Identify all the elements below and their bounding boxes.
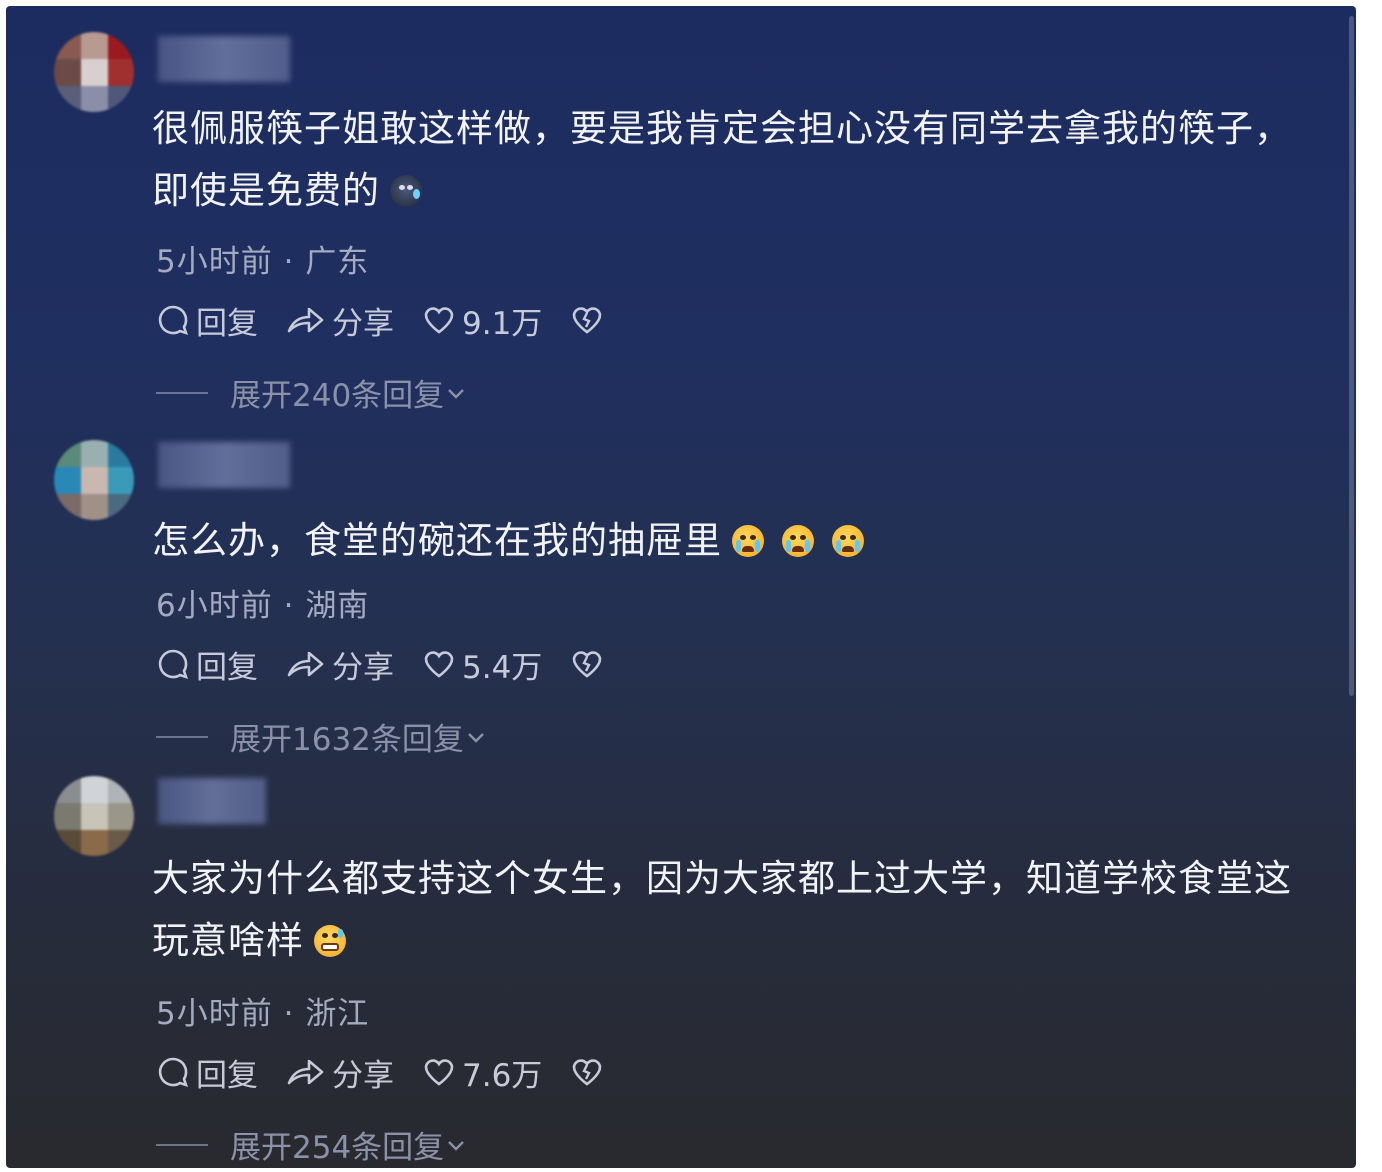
comment-meta: 5小时前 · 广东 — [156, 236, 369, 281]
comment-actions: 回复 分享 7.6万 — [156, 1050, 638, 1095]
crying-emoji-icon — [832, 525, 864, 557]
like-button[interactable]: 5.4万 — [422, 642, 542, 687]
comment-text: 怎么办，食堂的碗还在我的抽屉里 — [152, 510, 1322, 572]
chevron-down-icon — [468, 732, 484, 743]
comment-actions: 回复 分享 5.4万 — [156, 642, 638, 687]
avatar[interactable] — [54, 32, 134, 112]
comment-location: 浙江 — [305, 996, 370, 1032]
dislike-button[interactable] — [570, 647, 610, 681]
heart-icon — [424, 307, 454, 334]
broken-heart-icon — [573, 651, 602, 678]
meta-separator: · — [283, 244, 295, 280]
share-button[interactable]: 分享 — [286, 642, 394, 687]
like-button[interactable]: 7.6万 — [422, 1050, 542, 1095]
reply-bubble-icon — [158, 1057, 189, 1088]
comment-time: 5小时前 — [156, 244, 273, 280]
dislike-button[interactable] — [570, 303, 610, 337]
username-blurred[interactable] — [158, 778, 266, 824]
reply-button[interactable]: 回复 — [156, 642, 258, 687]
share-button[interactable]: 分享 — [286, 1050, 394, 1095]
divider — [156, 391, 208, 394]
username-blurred[interactable] — [158, 442, 290, 488]
divider — [156, 1143, 208, 1146]
reply-button[interactable]: 回复 — [156, 298, 258, 343]
crying-emoji-icon — [732, 525, 764, 557]
share-arrow-icon — [287, 1059, 324, 1085]
share-arrow-icon — [287, 307, 324, 333]
heart-icon — [424, 1059, 454, 1086]
expand-replies-button[interactable]: 展开254条回复 — [156, 1122, 468, 1167]
comment-actions: 回复 分享 9.1万 — [156, 298, 638, 343]
username-blurred[interactable] — [158, 36, 290, 82]
meta-separator: · — [283, 996, 295, 1032]
scrollbar[interactable] — [1349, 16, 1354, 696]
avatar[interactable] — [54, 440, 134, 520]
crying-emoji-icon — [782, 525, 814, 557]
comment-meta: 6小时前 · 湖南 — [156, 580, 369, 625]
expand-replies-button[interactable]: 展开1632条回复 — [156, 714, 488, 759]
share-button[interactable]: 分享 — [286, 298, 394, 343]
comment-text: 很佩服筷子姐敢这样做，要是我肯定会担心没有同学去拿我的筷子，即使是免费的 — [152, 107, 1292, 212]
divider — [156, 735, 208, 738]
avatar[interactable] — [54, 776, 134, 856]
reply-button[interactable]: 回复 — [156, 1050, 258, 1095]
like-button[interactable]: 9.1万 — [422, 298, 542, 343]
share-arrow-icon — [287, 651, 324, 677]
expand-replies-button[interactable]: 展开240条回复 — [156, 370, 468, 415]
comment-meta: 5小时前 · 浙江 — [156, 988, 369, 1033]
grin-sweat-emoji-icon — [314, 925, 346, 957]
comment-location: 湖南 — [305, 588, 370, 624]
dislike-button[interactable] — [570, 1055, 610, 1089]
reply-bubble-icon — [158, 649, 189, 680]
chevron-down-icon — [448, 388, 465, 399]
comment-panel: 很佩服筷子姐敢这样做，要是我肯定会担心没有同学去拿我的筷子，即使是免费的 5小时… — [6, 6, 1356, 1168]
comment-location: 广东 — [305, 244, 370, 280]
heart-icon — [424, 651, 454, 678]
comment-time: 6小时前 — [156, 588, 273, 624]
comment-time: 5小时前 — [156, 996, 273, 1032]
dark-sweat-emoji-icon — [390, 175, 422, 207]
comment-text: 大家为什么都支持这个女生，因为大家都上过大学，知道学校食堂这玩意啥样 — [152, 857, 1292, 962]
chevron-down-icon — [448, 1140, 465, 1151]
broken-heart-icon — [573, 307, 602, 334]
meta-separator: · — [283, 588, 295, 624]
broken-heart-icon — [573, 1059, 602, 1086]
reply-bubble-icon — [158, 305, 189, 336]
